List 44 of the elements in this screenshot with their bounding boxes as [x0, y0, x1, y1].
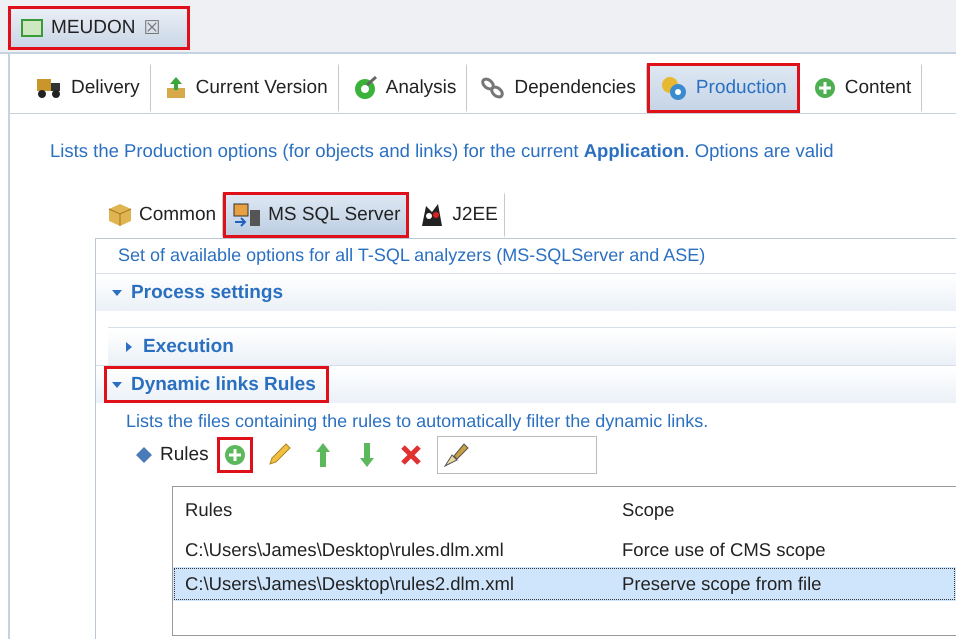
- main-tab[interactable]: Current Version: [150, 63, 339, 113]
- mascot-icon: [422, 204, 442, 226]
- filter-field[interactable]: [436, 436, 597, 474]
- add-icon: [222, 443, 247, 467]
- arrow-down-icon: [358, 442, 375, 468]
- sub-tab[interactable]: MS SQL Server: [223, 192, 410, 238]
- section-header[interactable]: Execution: [108, 327, 956, 365]
- highlight-frame: Dynamic links Rules: [104, 366, 329, 403]
- arrow-up-icon: [314, 442, 331, 468]
- table-cell-text: C:\Users\James\Desktop\rules2.dlm.xml: [184, 573, 515, 595]
- section-header[interactable]: Process settings: [96, 273, 956, 311]
- table-row[interactable]: C:\Users\James\Desktop\rules.dlm.xml Force use of CMS scope: [173, 533, 956, 567]
- box-upload-icon: [166, 77, 185, 98]
- main-tab[interactable]: Content: [800, 63, 922, 113]
- table-cell-text: C:\Users\James\Desktop\rules.dlm.xml: [184, 539, 505, 561]
- folder-icon: [21, 18, 43, 38]
- gear-icon: [354, 76, 377, 99]
- main-tab[interactable]: Dependencies: [467, 63, 647, 113]
- sub-tab[interactable]: Common: [98, 192, 224, 238]
- rules-description: Lists the files containing the rules to automatically filter the dynamic links.: [126, 411, 708, 431]
- plus-circle-icon: [814, 78, 835, 98]
- table-cell-text: Force use of CMS scope: [621, 539, 827, 561]
- column-header[interactable]: Scope: [610, 499, 956, 521]
- brush-icon: [442, 441, 470, 469]
- editor-tab[interactable]: MEUDON ☒: [8, 6, 190, 50]
- main-tab[interactable]: Production: [646, 63, 800, 113]
- diamond-icon: [136, 447, 152, 463]
- truck-icon: [37, 79, 60, 98]
- panel-description: Set of available options for all T-SQL analyzers (MS-SQLServer and ASE): [118, 245, 706, 265]
- server-icon: [234, 204, 260, 227]
- description-text: Lists the Production options (for objects and links) for the current Application. Options are valid: [50, 140, 834, 161]
- rules-label: Rules: [160, 444, 209, 466]
- cube-icon: [108, 204, 132, 226]
- table-row[interactable]: C:\Users\James\Desktop\rules2.dlm.xml Preserve scope from file: [173, 567, 956, 601]
- chain-icon: [482, 78, 504, 98]
- main-tab[interactable]: Analysis: [338, 63, 468, 113]
- add-button[interactable]: [216, 437, 253, 473]
- column-header[interactable]: Rules: [173, 499, 610, 521]
- table-cell-text: Preserve scope from file: [621, 573, 822, 595]
- section-header[interactable]: Dynamic links Rules: [96, 365, 956, 403]
- sub-tab[interactable]: J2EE: [409, 192, 505, 238]
- gears-icon: [662, 77, 686, 100]
- delete-icon: [400, 444, 422, 466]
- main-tab[interactable]: Delivery: [22, 63, 151, 113]
